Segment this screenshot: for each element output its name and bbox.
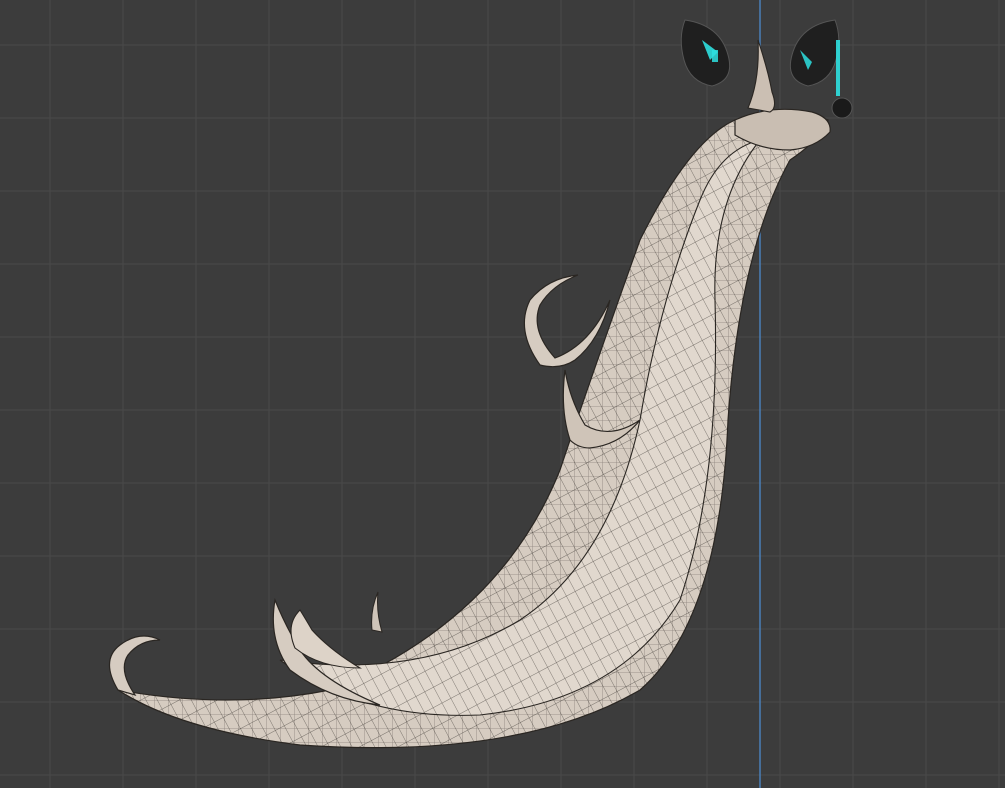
hair-tail-mesh[interactable] <box>108 39 831 749</box>
top-spike[interactable] <box>747 39 776 113</box>
ornament-right[interactable] <box>789 19 853 119</box>
curl-upper-strand[interactable] <box>523 274 611 368</box>
3d-viewport[interactable] <box>0 0 1005 788</box>
curl-left-tip[interactable] <box>108 635 161 697</box>
viewport-scene[interactable] <box>0 0 1005 788</box>
spike-lower[interactable] <box>371 591 383 633</box>
ornament-left[interactable] <box>680 19 731 87</box>
